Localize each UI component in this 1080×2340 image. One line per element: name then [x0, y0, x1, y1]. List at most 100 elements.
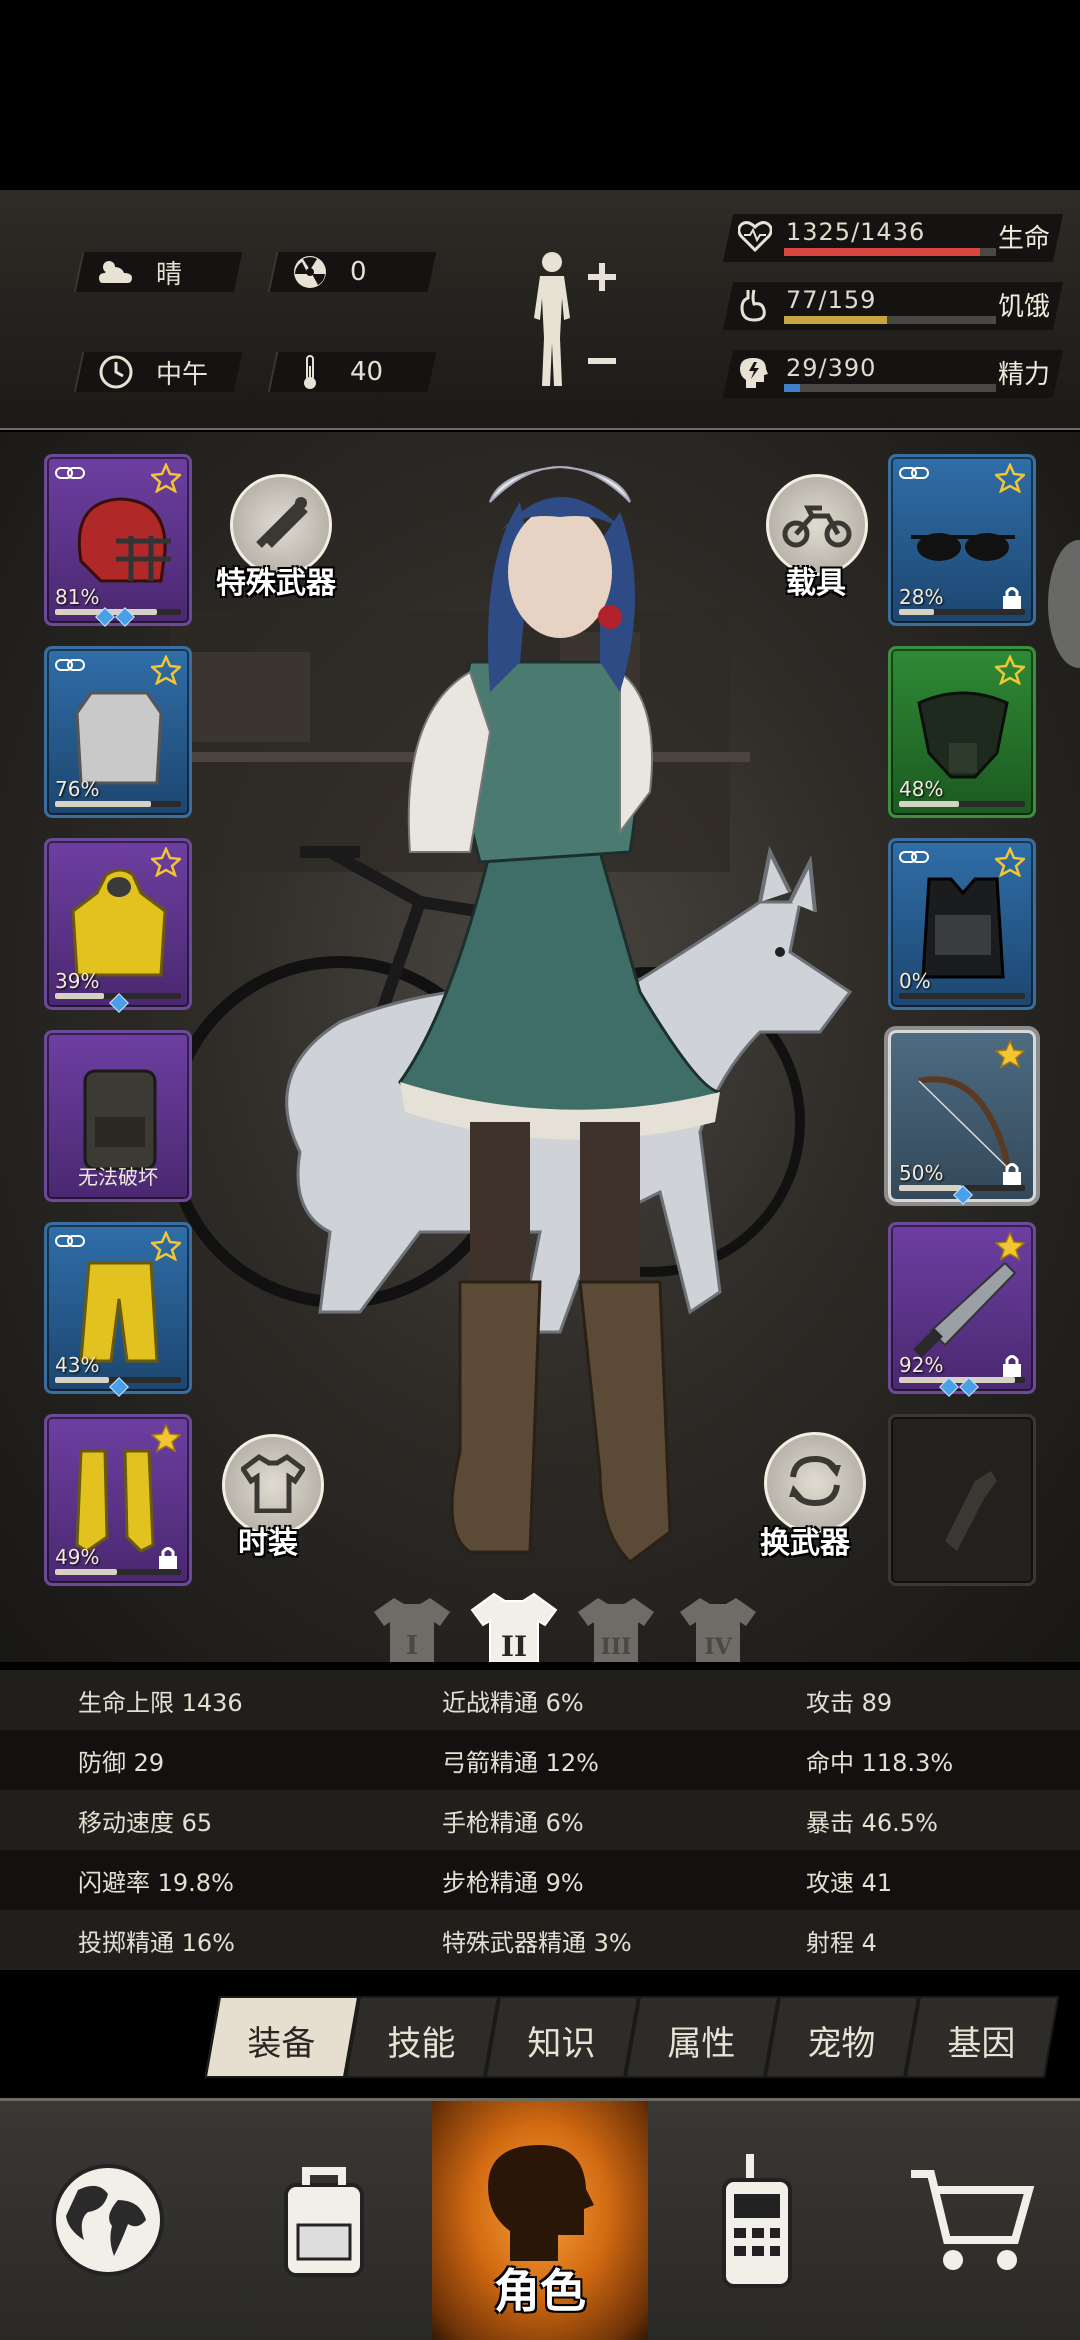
- stat-row: 生命上限 1436 近战精通 6% 攻击 89: [0, 1670, 1080, 1730]
- equip-slot-glasses[interactable]: 28%: [888, 454, 1036, 626]
- energy-label: 精力: [997, 360, 1050, 390]
- equip-slot-machete[interactable]: 92%: [888, 1222, 1036, 1394]
- tab-skills[interactable]: 技能: [344, 1996, 500, 2078]
- clock-icon: [96, 352, 136, 392]
- walkie-talkie-icon: [706, 2150, 806, 2294]
- equip-slot-backpack[interactable]: 无法破坏: [44, 1030, 192, 1202]
- nav-shop[interactable]: [864, 2101, 1080, 2340]
- stat-row: 投掷精通 16% 特殊武器精通 3% 射程 4: [0, 1910, 1080, 1970]
- motorcycle-icon: [782, 498, 852, 552]
- stat-throw-mastery: 投掷精通 16%: [78, 1928, 235, 1957]
- tactical-vest-icon: [905, 865, 1021, 985]
- backpack-item-icon: [61, 1057, 177, 1177]
- outfit-set-tabs: I II III IV: [368, 1592, 762, 1662]
- lock-icon: [1001, 585, 1023, 611]
- nav-world-map[interactable]: [0, 2101, 216, 2340]
- status-panel: 晴 0 中午 40 1325/1436 生命 77/159 饥饿 29/390 …: [0, 190, 1080, 430]
- character-icon: [480, 2135, 600, 2269]
- radiation-display: 0: [267, 252, 437, 292]
- svg-text:III: III: [601, 1634, 632, 1660]
- link-icon: [55, 657, 85, 673]
- world-map-icon: [48, 2160, 168, 2284]
- tab-knowledge[interactable]: 知识: [484, 1996, 640, 2078]
- shopping-cart-icon: [907, 2160, 1037, 2284]
- stat-melee-mastery: 近战精通 6%: [442, 1688, 584, 1717]
- stat-special-weapon-mastery: 特殊武器精通 3%: [442, 1928, 632, 1957]
- gem-sockets: [95, 607, 135, 627]
- svg-text:IV: IV: [704, 1634, 732, 1660]
- tab-pets[interactable]: 宠物: [764, 1996, 920, 2078]
- recurve-bow-icon: [905, 1057, 1021, 1177]
- equip-slot-raincoat[interactable]: 39%: [44, 838, 192, 1010]
- outfit-tab-4[interactable]: IV: [674, 1592, 762, 1662]
- equip-slot-pants[interactable]: 43%: [44, 1222, 192, 1394]
- nav-character[interactable]: 角色: [432, 2101, 648, 2340]
- time-display: 中午: [73, 352, 243, 392]
- stat-accuracy: 命中 118.3%: [806, 1748, 954, 1777]
- weather-text: 晴: [156, 259, 183, 290]
- stat-max-hp: 生命上限 1436: [78, 1688, 243, 1717]
- thermometer-icon: [290, 352, 330, 392]
- stomach-icon: [738, 288, 774, 324]
- tab-attributes[interactable]: 属性: [624, 1996, 780, 2078]
- energy-value: 29/390: [786, 354, 877, 382]
- radiation-icon: [290, 252, 330, 292]
- energy-head-icon: [738, 356, 774, 392]
- yellow-raincoat-icon: [61, 865, 177, 985]
- health-value: 1325/1436: [786, 218, 926, 246]
- lock-icon: [1001, 1353, 1023, 1379]
- stats-table: 生命上限 1436 近战精通 6% 攻击 89 防御 29 弓箭精通 12% 命…: [0, 1670, 1080, 1970]
- equip-slot-empty[interactable]: [888, 1414, 1036, 1586]
- equip-slot-bow[interactable]: 50%: [888, 1030, 1036, 1202]
- outfit-tab-1[interactable]: I: [368, 1592, 456, 1662]
- tab-equipment[interactable]: 装备: [204, 1996, 360, 2078]
- svg-text:I: I: [406, 1631, 418, 1661]
- nav-inventory[interactable]: [216, 2101, 432, 2340]
- rain-boots-icon: [61, 1441, 177, 1561]
- link-icon: [55, 1233, 85, 1249]
- stat-rifle-mastery: 步枪精通 9%: [442, 1868, 584, 1897]
- gas-mask-icon: [905, 673, 1021, 793]
- stat-range: 射程 4: [806, 1928, 877, 1957]
- stat-crit: 暴击 46.5%: [806, 1808, 938, 1837]
- stat-bow-mastery: 弓箭精通 12%: [442, 1748, 599, 1777]
- time-text: 中午: [156, 359, 209, 390]
- stat-attack: 攻击 89: [806, 1688, 893, 1717]
- equip-slot-boots[interactable]: 49%: [44, 1414, 192, 1586]
- outfit-tab-3[interactable]: III: [572, 1592, 660, 1662]
- temperature-display: 40: [267, 352, 437, 392]
- stat-attack-speed: 攻速 41: [806, 1868, 893, 1897]
- hunger-label: 饥饿: [997, 292, 1050, 322]
- equip-slot-shirt[interactable]: 76%: [44, 646, 192, 818]
- fashion-label: 时装: [238, 1526, 298, 1561]
- indestructible-label: 无法破坏: [78, 1165, 158, 1189]
- link-icon: [55, 465, 85, 481]
- stat-row: 闪避率 19.8% 步枪精通 9% 攻速 41: [0, 1850, 1080, 1910]
- tab-genes[interactable]: 基因: [904, 1996, 1060, 2078]
- stat-row: 移动速度 65 手枪精通 6% 暴击 46.5%: [0, 1790, 1080, 1850]
- yellow-pants-icon: [61, 1249, 177, 1369]
- nav-radio[interactable]: [648, 2101, 864, 2340]
- lock-icon: [157, 1545, 179, 1571]
- gem-sockets: [109, 993, 129, 1013]
- equip-slot-helmet[interactable]: 81%: [44, 454, 192, 626]
- svg-text:II: II: [501, 1630, 527, 1662]
- t-shirt-icon: [239, 1453, 307, 1517]
- body-figure-icon: [534, 252, 616, 386]
- energy-bar: 29/390 精力: [722, 346, 1064, 400]
- outfit-tab-2[interactable]: II: [470, 1592, 558, 1662]
- equip-slot-vest[interactable]: 0%: [888, 838, 1036, 1010]
- equip-slot-mask[interactable]: 48%: [888, 646, 1036, 818]
- vehicle-label: 载具: [786, 566, 846, 601]
- stat-dodge: 闪避率 19.8%: [78, 1868, 234, 1897]
- radiation-value: 0: [350, 257, 367, 287]
- long-shirt-icon: [61, 673, 177, 793]
- machete-icon: [905, 1249, 1021, 1369]
- throwable-placeholder-icon: [905, 1441, 1021, 1561]
- health-label: 生命: [997, 224, 1050, 254]
- temperature-value: 40: [350, 357, 384, 387]
- link-icon: [899, 849, 929, 865]
- body-status-button[interactable]: [520, 248, 630, 398]
- bottom-navigation: 角色: [0, 2098, 1080, 2340]
- special-weapon-label: 特殊武器: [216, 566, 336, 601]
